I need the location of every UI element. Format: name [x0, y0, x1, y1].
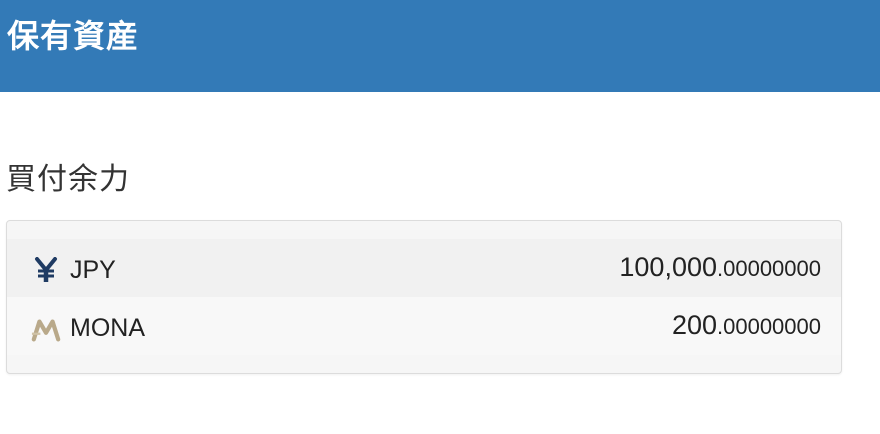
section-title: 買付余力	[6, 162, 130, 197]
currency-name: MONA	[70, 314, 145, 342]
header-bar: 保有資産	[0, 0, 880, 92]
currency-name: JPY	[70, 256, 116, 284]
balance-amount: 200.00000000	[672, 309, 821, 346]
page-title: 保有資産	[7, 17, 140, 55]
balance-row-jpy: JPY 100,000.00000000	[7, 239, 841, 297]
yen-icon	[31, 255, 61, 285]
balance-panel: JPY 100,000.00000000 MONA 200.00000000	[6, 220, 842, 374]
mona-icon	[31, 315, 61, 345]
balance-amount: 100,000.00000000	[619, 251, 821, 288]
amount-integer: 100,000	[619, 252, 717, 282]
amount-decimal: .00000000	[717, 314, 821, 339]
page: 保有資産 買付余力 JPY 100,000.00000000 MONA 200.…	[0, 0, 880, 434]
balance-row-mona: MONA 200.00000000	[7, 297, 841, 355]
amount-integer: 200	[671, 310, 717, 340]
amount-decimal: .00000000	[717, 256, 821, 281]
